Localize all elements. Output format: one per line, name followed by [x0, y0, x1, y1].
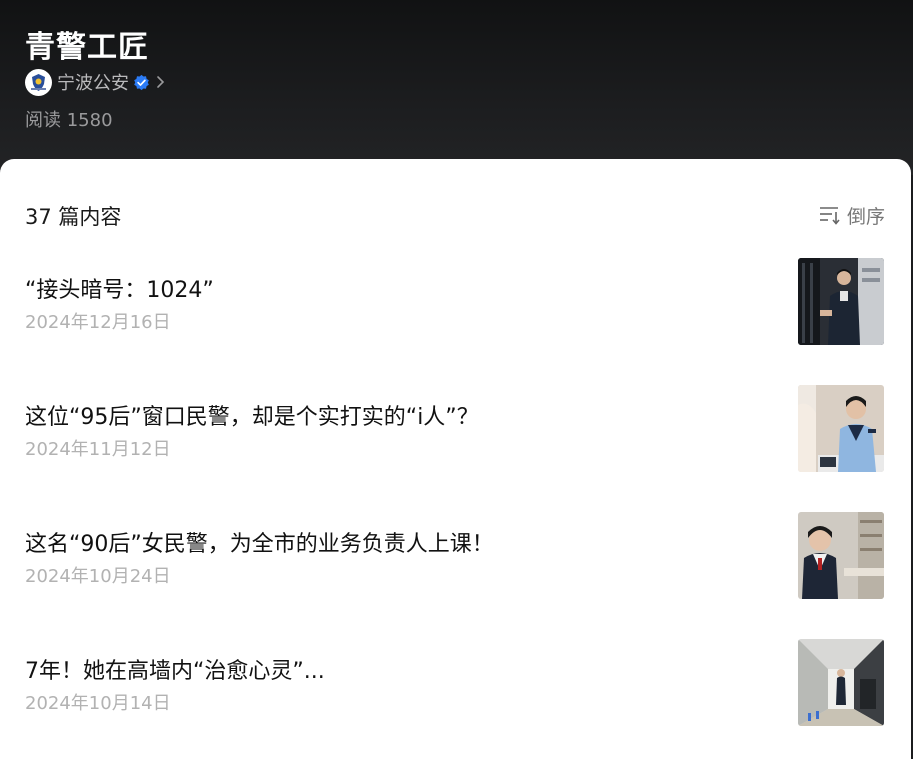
list-item[interactable]: “接头暗号：1024” 2024年12月16日 [0, 258, 911, 348]
sort-label: 倒序 [846, 205, 885, 228]
article-title: “接头暗号：1024” [25, 278, 214, 303]
article-title: 7年！她在高墙内“治愈心灵”... [25, 659, 325, 684]
header: 青警工匠 宁波公安 阅读 1580 [0, 0, 913, 175]
list-item[interactable]: 这位“95后”窗口民警，却是个实打实的“i人”？ 2024年11月12日 [0, 385, 911, 475]
list-item[interactable]: 7年！她在高墙内“治愈心灵”... 2024年10月14日 [0, 639, 911, 729]
page-title: 青警工匠 [25, 30, 149, 65]
article-thumbnail [798, 639, 884, 726]
article-thumbnail [798, 385, 884, 472]
verified-icon [134, 74, 149, 90]
list-item[interactable]: 这名“90后”女民警，为全市的业务负责人上课！ 2024年10月24日 [0, 512, 911, 602]
article-thumbnail [798, 512, 884, 599]
account-link[interactable]: 宁波公安 [25, 68, 165, 96]
article-list-panel: 37 篇内容 倒序 “接头暗号：1024” 2024年12月16日 这位“95后… [0, 159, 911, 759]
read-count: 阅读 1580 [25, 110, 113, 131]
article-title: 这名“90后”女民警，为全市的业务负责人上课！ [25, 532, 494, 557]
sort-button[interactable]: 倒序 [818, 201, 885, 229]
chevron-right-icon [157, 76, 165, 88]
article-date: 2024年11月12日 [25, 439, 171, 460]
article-title: 这位“95后”窗口民警，却是个实打实的“i人”？ [25, 405, 479, 430]
article-count: 37 篇内容 [25, 205, 122, 229]
article-thumbnail [798, 258, 884, 345]
article-date: 2024年12月16日 [25, 312, 171, 333]
avatar [25, 68, 52, 96]
article-date: 2024年10月14日 [25, 693, 171, 714]
article-date: 2024年10月24日 [25, 566, 171, 587]
account-name: 宁波公安 [57, 73, 129, 94]
sort-icon [819, 207, 840, 225]
